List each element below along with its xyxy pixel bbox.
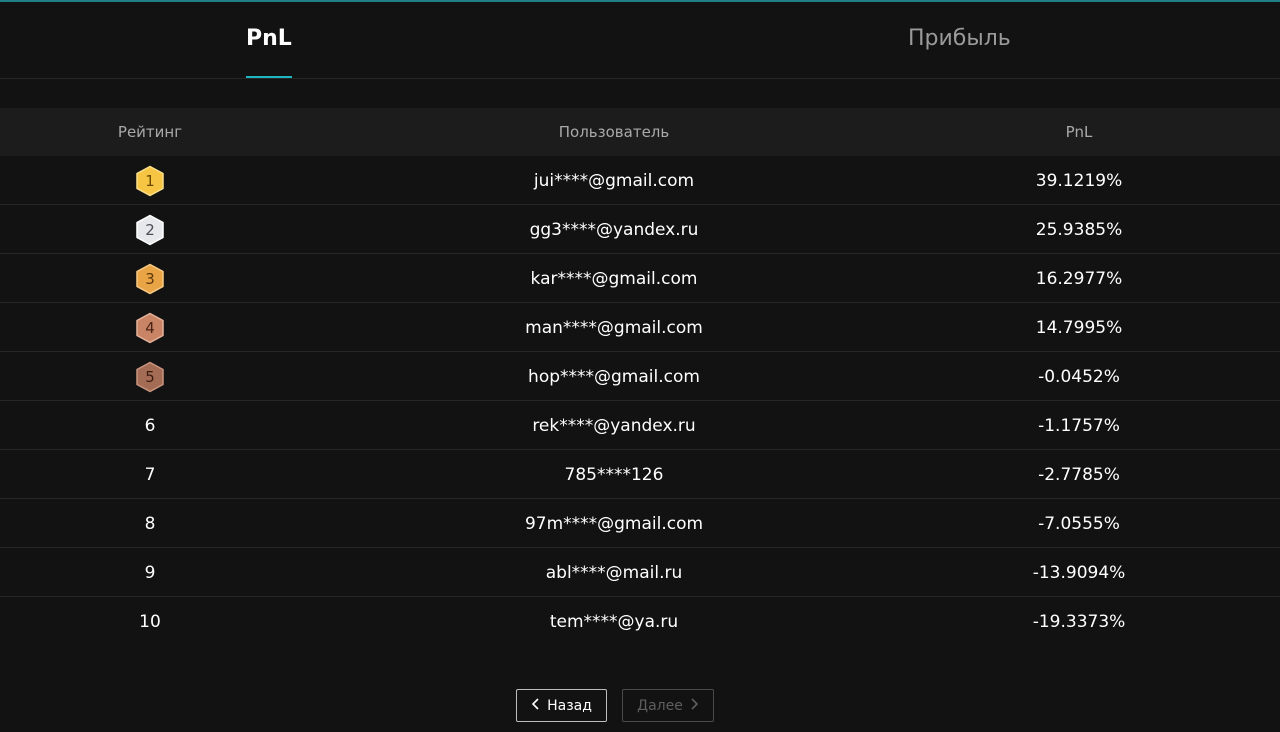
prev-page-button[interactable]: Назад — [516, 689, 607, 722]
pnl-cell: 39.1219% — [1035, 171, 1123, 191]
table-row: 10 tem****@ya.ru -19.3373% — [0, 597, 1280, 645]
pnl-cell: -1.1757% — [1038, 416, 1120, 436]
table-row: 5 hop****@gmail.com -0.0452% — [0, 352, 1280, 401]
rank-number: 8 — [144, 514, 156, 534]
user-cell: abl****@mail.ru — [545, 563, 683, 583]
table-row: 2 gg3****@yandex.ru 25.9385% — [0, 205, 1280, 254]
next-page-button[interactable]: Далее — [622, 689, 714, 722]
rank-number: 6 — [144, 416, 156, 436]
tab-bar: PnL Прибыль — [0, 2, 1280, 79]
table-row: 3 kar****@gmail.com 16.2977% — [0, 254, 1280, 303]
table-body: 1 jui****@gmail.com 39.1219% 2 gg3****@yande… — [0, 156, 1280, 645]
rank-number: 10 — [139, 612, 161, 632]
pnl-cell: 25.9385% — [1035, 220, 1123, 240]
table-header: Рейтинг Пользователь PnL — [0, 108, 1280, 156]
chevron-right-icon — [689, 697, 699, 714]
tab-profit-label: Прибыль — [908, 26, 1011, 51]
pnl-cell: -0.0452% — [1038, 367, 1120, 387]
rank-number: 3 — [145, 270, 155, 288]
tab-profit[interactable]: Прибыль — [908, 26, 1011, 78]
tab-pnl[interactable]: PnL — [246, 26, 292, 78]
pnl-cell: -2.7785% — [1038, 465, 1120, 485]
pnl-cell: -19.3373% — [1032, 612, 1126, 632]
active-tab-indicator — [246, 76, 292, 78]
user-cell: kar****@gmail.com — [530, 269, 698, 289]
tab-pnl-label: PnL — [246, 26, 292, 51]
prev-page-label: Назад — [547, 697, 592, 714]
rank-number: 9 — [144, 563, 156, 583]
table-row: 8 97m****@gmail.com -7.0555% — [0, 499, 1280, 548]
leaderboard-table: Рейтинг Пользователь PnL 1 jui****@gmail.… — [0, 108, 1280, 645]
copper-medal-hexagon-icon: 4 — [135, 312, 165, 344]
user-cell: jui****@gmail.com — [533, 171, 695, 191]
user-cell: gg3****@yandex.ru — [529, 220, 699, 240]
table-row: 6 rek****@yandex.ru -1.1757% — [0, 401, 1280, 450]
table-row: 7 785****126 -2.7785% — [0, 450, 1280, 499]
rank-number: 1 — [145, 172, 155, 190]
user-cell: 785****126 — [564, 465, 664, 485]
silver-medal-hexagon-icon: 2 — [135, 214, 165, 246]
pnl-cell: 16.2977% — [1035, 269, 1123, 289]
user-cell: hop****@gmail.com — [528, 367, 700, 387]
chevron-left-icon — [531, 697, 541, 714]
user-cell: rek****@yandex.ru — [532, 416, 696, 436]
rank-number: 2 — [145, 221, 155, 239]
rank-number: 5 — [145, 368, 155, 386]
user-cell: 97m****@gmail.com — [524, 514, 704, 534]
rank-number: 7 — [144, 465, 156, 485]
table-row: 9 abl****@mail.ru -13.9094% — [0, 548, 1280, 597]
user-cell: tem****@ya.ru — [549, 612, 679, 632]
header-pnl: PnL — [1065, 123, 1093, 141]
user-cell: man****@gmail.com — [525, 318, 703, 338]
pnl-cell: -7.0555% — [1038, 514, 1120, 534]
bronze-gold-medal-hexagon-icon: 3 — [135, 263, 165, 295]
next-page-label: Далее — [637, 697, 683, 714]
header-rank: Рейтинг — [117, 123, 183, 141]
dark-copper-medal-hexagon-icon: 5 — [135, 361, 165, 393]
rank-number: 4 — [145, 319, 155, 337]
pnl-cell: 14.7995% — [1035, 318, 1123, 338]
pnl-cell: -13.9094% — [1032, 563, 1126, 583]
table-row: 4 man****@gmail.com 14.7995% — [0, 303, 1280, 352]
gold-medal-hexagon-icon: 1 — [135, 165, 165, 197]
header-user: Пользователь — [558, 123, 670, 141]
table-row: 1 jui****@gmail.com 39.1219% — [0, 156, 1280, 205]
